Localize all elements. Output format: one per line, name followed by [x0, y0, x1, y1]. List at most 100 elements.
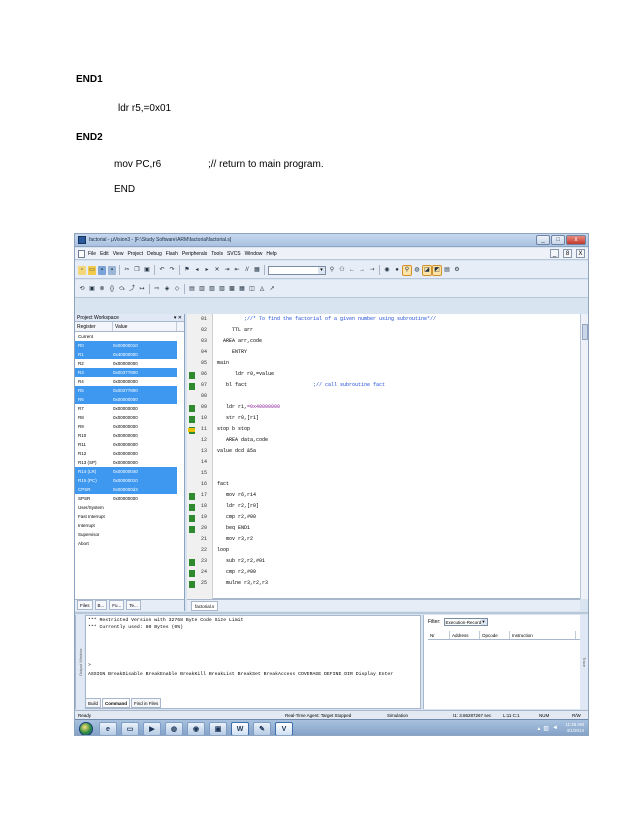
find-combo[interactable]: ▾	[268, 265, 326, 275]
code-line[interactable]: 19 cmp r2,#00	[187, 514, 567, 523]
bookmark-icon[interactable]: ⚑	[183, 266, 191, 275]
code-line[interactable]: 16 fact	[187, 481, 567, 490]
save-all-icon[interactable]: ▪	[108, 265, 116, 275]
register-row[interactable]: R11 0x00000000	[75, 440, 184, 449]
code-line[interactable]: 02 TTL arr	[187, 327, 567, 336]
output-tab-build[interactable]: Build	[85, 698, 102, 708]
step-over-icon[interactable]: ⤼	[118, 285, 126, 294]
register-row[interactable]: R0 0x00000010	[75, 341, 184, 350]
code-coverage-icon[interactable]: ▦	[238, 285, 246, 294]
new-file-icon[interactable]: ▫	[78, 265, 86, 275]
register-row[interactable]: R1 0x40000000	[75, 350, 184, 359]
step-forward-icon[interactable]: →	[358, 266, 366, 275]
pdf-icon[interactable]: ▣	[209, 722, 227, 735]
trace-icon[interactable]: ◬	[258, 285, 266, 294]
copy-icon[interactable]: ❐	[133, 266, 141, 275]
code-line[interactable]: 18 ldr r2,[r0]	[187, 503, 567, 512]
settings-icon[interactable]: ⚙	[453, 266, 461, 275]
register-row[interactable]: Fast Interrupt	[75, 512, 184, 521]
memory-window-icon[interactable]: ▤	[443, 266, 451, 275]
code-line[interactable]: 25 mulne r3,r2,r3	[187, 580, 567, 589]
start-button[interactable]	[79, 722, 93, 735]
trace-col-address[interactable]: Address	[450, 631, 480, 639]
run-to-cursor-icon[interactable]: ↦	[138, 285, 146, 294]
code-line[interactable]: 09 ldr r1,=0x40000000	[187, 404, 567, 413]
debug-session-icon[interactable]: ⚲	[402, 264, 412, 276]
network-icon[interactable]: ▥	[543, 725, 549, 732]
editor-scrollbar[interactable]	[580, 314, 588, 599]
ie-icon[interactable]: e	[99, 722, 117, 735]
register-row[interactable]: Interrupt	[75, 521, 184, 530]
stop-icon[interactable]: ⊗	[98, 285, 106, 294]
mdi-close-button[interactable]: X	[576, 249, 585, 258]
register-row[interactable]: R7 0x00000000	[75, 404, 184, 413]
chevron-down-icon[interactable]: ▾	[480, 619, 487, 625]
mdi-minimize-button[interactable]: _	[550, 249, 559, 258]
register-row[interactable]: R13 (SP) 0x00000000	[75, 458, 184, 467]
cut-icon[interactable]: ✂	[123, 266, 131, 275]
code-line[interactable]: 21 mov r3,r2	[187, 536, 567, 545]
register-row[interactable]: Supervisor	[75, 530, 184, 539]
chevron-down-icon[interactable]: ▾	[318, 266, 325, 274]
menu-item-window[interactable]: Window	[245, 251, 263, 257]
code-line[interactable]: 03 AREA arr,code	[187, 338, 567, 347]
code-line[interactable]: 08	[187, 393, 567, 402]
register-row[interactable]: R3 0x00377800	[75, 368, 184, 377]
uvision-taskbar-icon[interactable]: V	[275, 722, 293, 735]
code-line[interactable]: 07 bl fact ;// call subroutine fact	[187, 382, 567, 391]
code-line[interactable]: 22 loop	[187, 547, 567, 556]
source-editor[interactable]: 01 ;//* To find the factorial of a given…	[187, 314, 580, 599]
menu-item-flash[interactable]: Flash	[166, 251, 178, 257]
workspace-tab[interactable]: Te...	[126, 600, 141, 610]
register-row[interactable]: R8 0x00000000	[75, 413, 184, 422]
paste-icon[interactable]: ▣	[143, 266, 151, 275]
code-line[interactable]: 20 beq END1	[187, 525, 567, 534]
output-window[interactable]: *** Restricted Version with 32768 Byte C…	[85, 615, 421, 709]
register-row[interactable]: Current	[75, 332, 184, 341]
output-tab-find-in-files[interactable]: Find in Files	[131, 698, 162, 708]
register-row[interactable]: R14 (LR) 0x00000040	[75, 467, 184, 476]
media-player-icon[interactable]: ▶	[143, 722, 161, 735]
breakpoint-icon[interactable]: ●	[393, 266, 401, 275]
volume-icon[interactable]: ◄	[552, 725, 558, 732]
call-stack-icon[interactable]: ▧	[208, 285, 216, 294]
register-column-header[interactable]: Register	[75, 322, 113, 331]
toolbox-icon[interactable]: ↗	[268, 285, 276, 294]
close-button[interactable]: x	[566, 235, 586, 245]
tab-factorial-s[interactable]: factorial.s	[191, 601, 219, 611]
clear-bookmarks-icon[interactable]: ✕	[213, 266, 221, 275]
menu-item-file[interactable]: File	[88, 251, 96, 257]
value-column-header[interactable]: Value	[113, 322, 177, 331]
unindent-icon[interactable]: ⇤	[233, 266, 241, 275]
disassembly-window-icon[interactable]: ◪	[422, 264, 432, 276]
logic-analyzer-icon[interactable]: ◫	[248, 285, 256, 294]
prev-bookmark-icon[interactable]: ◂	[193, 266, 201, 275]
watch-window-icon[interactable]: ◩	[432, 264, 442, 276]
register-row[interactable]: R12 0x00000000	[75, 449, 184, 458]
code-line[interactable]: 05 main	[187, 360, 567, 369]
show-next-statement-icon[interactable]: ⇨	[153, 285, 161, 294]
command-window-icon[interactable]: ▤	[188, 285, 196, 294]
undo-icon[interactable]: ↶	[158, 266, 166, 275]
tray-arrow-icon[interactable]: ▴	[537, 725, 540, 732]
step-out-icon[interactable]: ⤴	[128, 285, 136, 294]
step-back-icon[interactable]: ←	[348, 266, 356, 275]
menu-item-help[interactable]: Help	[266, 251, 276, 257]
indent-icon[interactable]: ⇥	[223, 266, 231, 275]
code-line[interactable]: 23 sub r2,r2,#01	[187, 558, 567, 567]
command-prompt[interactable]: >	[88, 663, 91, 668]
filter-select[interactable]: Execution-Record ▾	[443, 618, 488, 626]
code-line[interactable]: 10 str r0,[r1]	[187, 415, 567, 424]
workspace-tab[interactable]: B...	[94, 600, 108, 610]
workspace-tab[interactable]: Fu...	[109, 600, 125, 610]
enable-breakpoint-icon[interactable]: ◈	[163, 285, 171, 294]
performance-icon[interactable]: ▩	[228, 285, 236, 294]
trace-col-nr[interactable]: Nr	[428, 631, 450, 639]
serial-window-icon[interactable]: ▨	[218, 285, 226, 294]
register-row[interactable]: R15 (PC) 0x00000010	[75, 476, 184, 485]
register-row[interactable]: CPSR 0x000000d3	[75, 485, 184, 494]
code-line[interactable]: 15	[187, 470, 567, 479]
firefox-icon[interactable]: ◍	[165, 722, 183, 735]
splitter[interactable]	[75, 612, 588, 614]
code-line[interactable]: 24 cmp r2,#00	[187, 569, 567, 578]
